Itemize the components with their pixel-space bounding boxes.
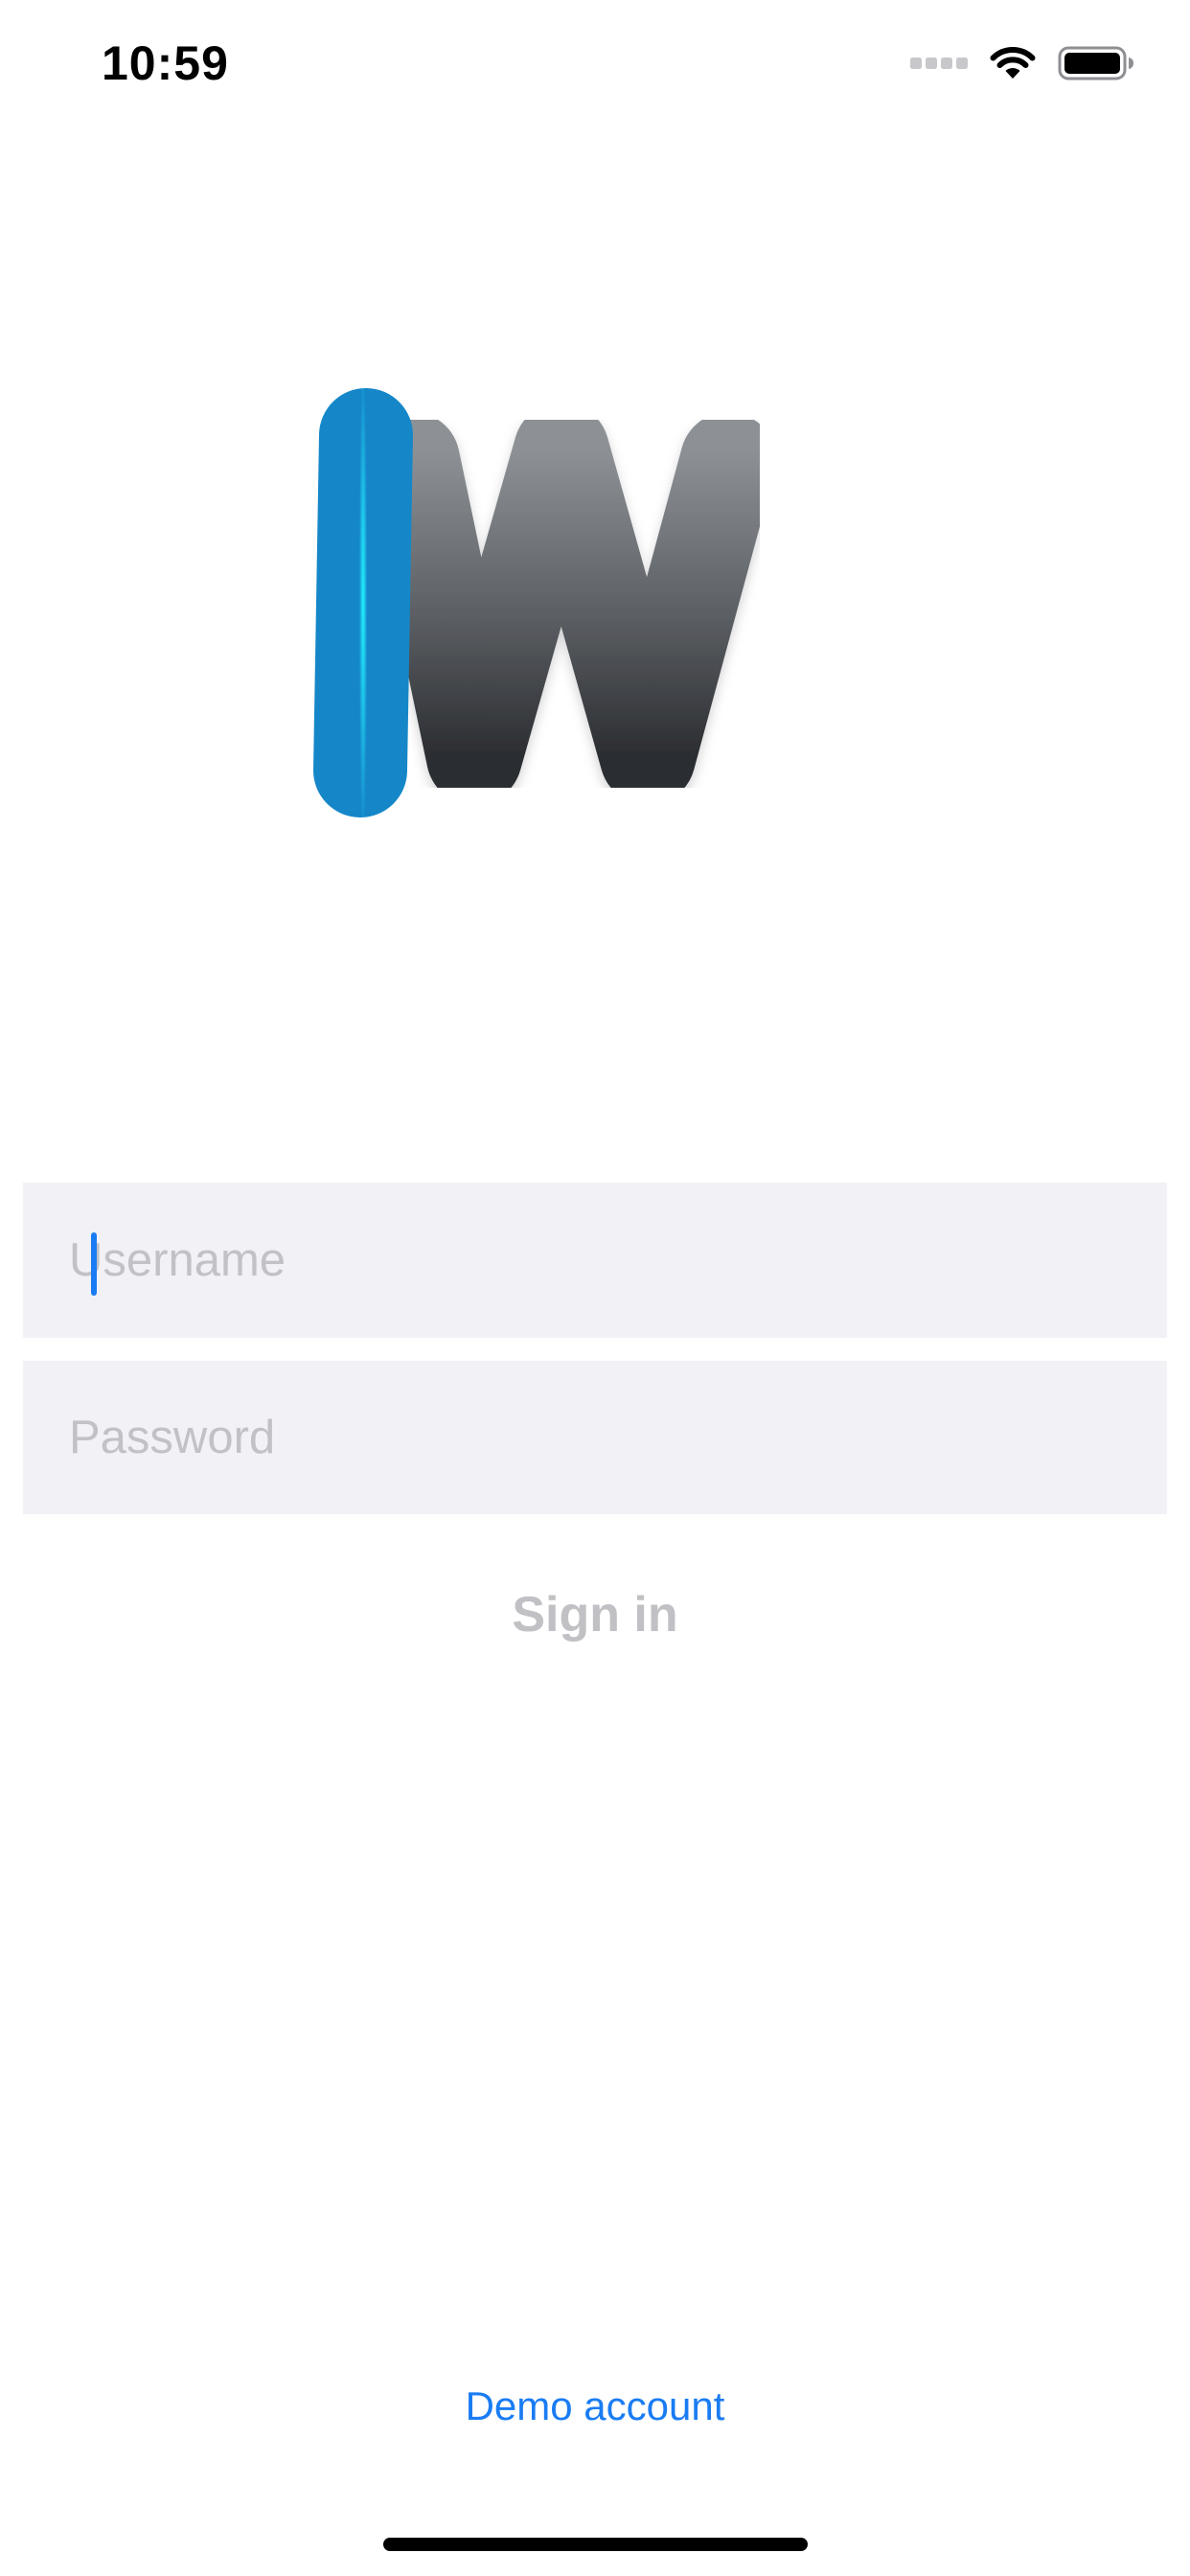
password-input[interactable]: [23, 1361, 1167, 1514]
status-icons: [910, 40, 1134, 86]
password-field[interactable]: [23, 1361, 1167, 1514]
demo-account-link[interactable]: Demo account: [355, 2373, 835, 2440]
sign-in-button[interactable]: Sign in: [403, 1572, 787, 1658]
username-field[interactable]: [23, 1183, 1167, 1338]
cellular-signal-icon: [910, 58, 968, 69]
battery-icon: [1058, 46, 1133, 80]
home-indicator: [383, 2538, 808, 2551]
text-cursor: [91, 1232, 97, 1296]
app-logo-w-icon: [313, 388, 776, 817]
username-input[interactable]: [23, 1183, 1167, 1338]
wifi-icon: [990, 47, 1036, 79]
status-time: 10:59: [102, 36, 229, 90]
status-bar: 10:59: [0, 0, 1190, 126]
